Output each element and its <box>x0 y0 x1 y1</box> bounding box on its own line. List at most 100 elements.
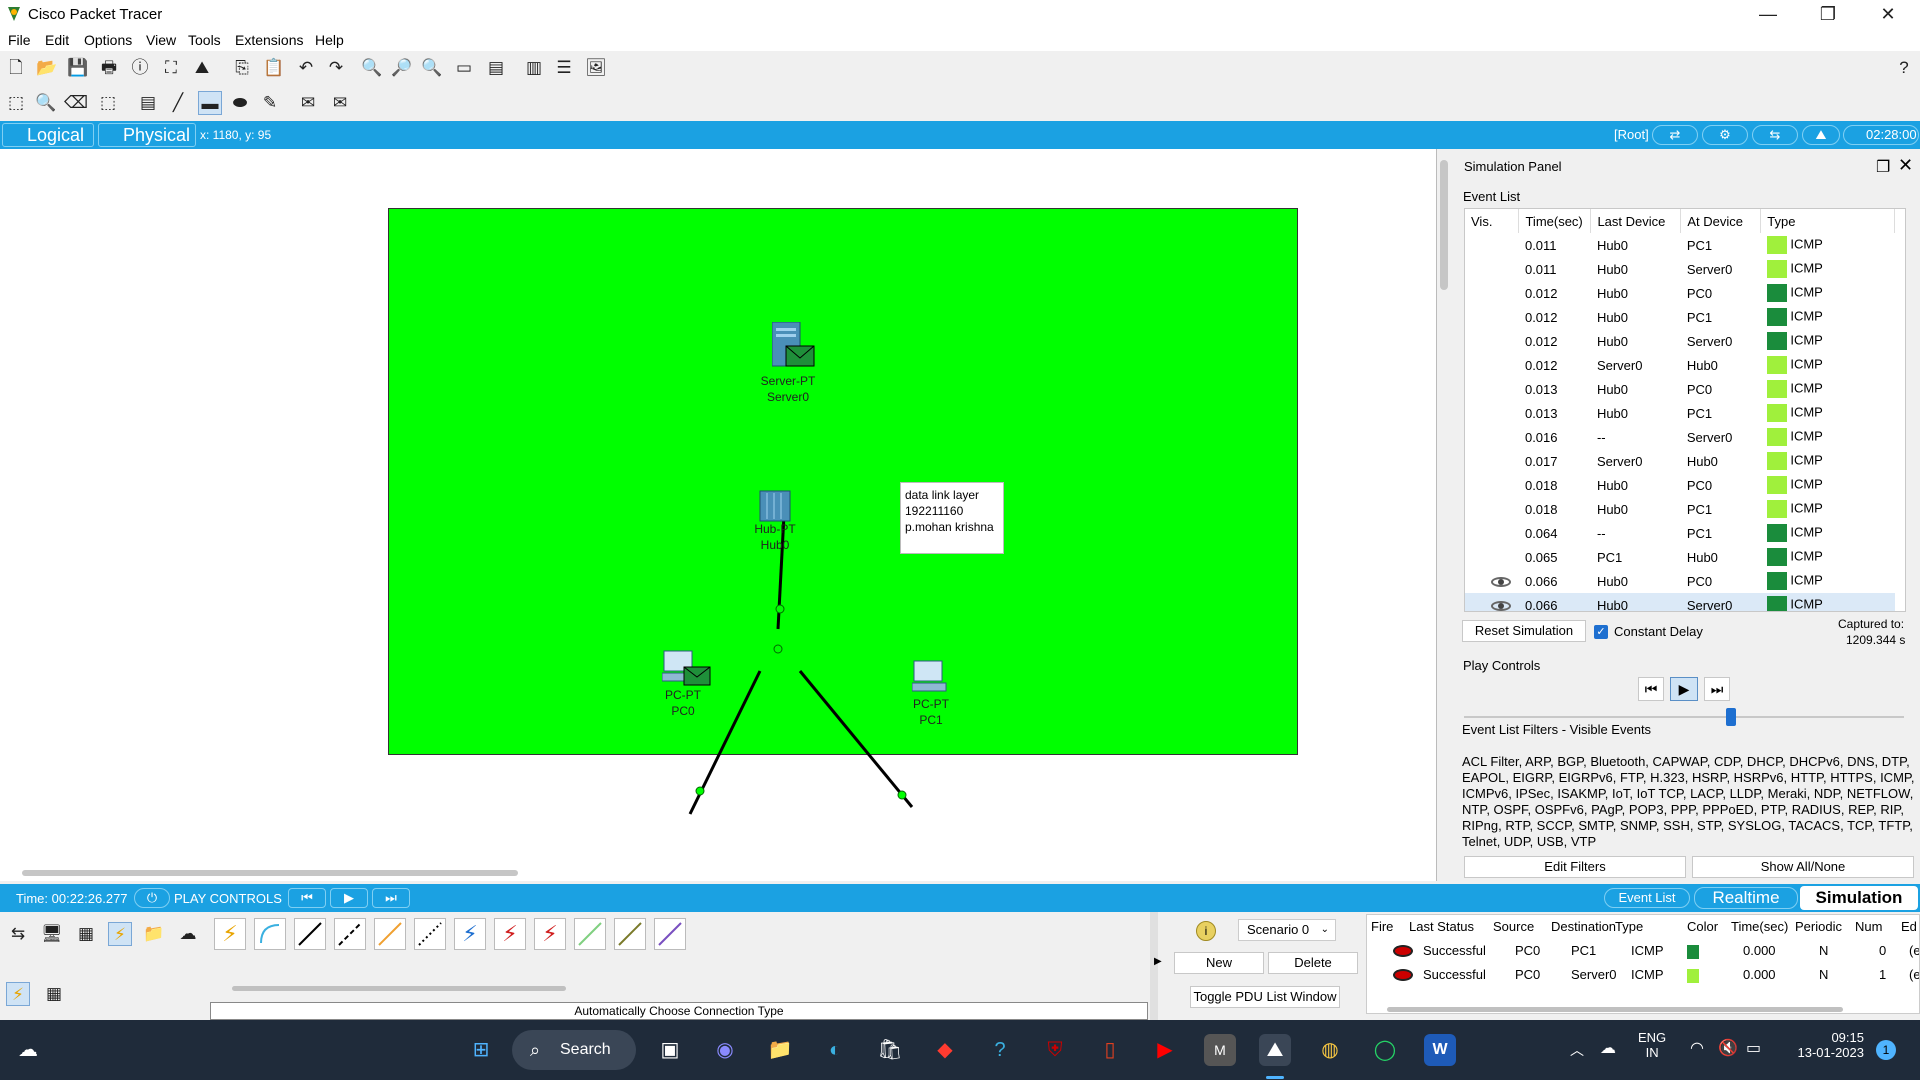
text-note[interactable]: data link layer 192211160 p.mohan krishn… <box>900 482 1004 554</box>
event-row[interactable]: 0.064 -- PC1 ICMP <box>1465 521 1895 545</box>
new-scenario-button[interactable]: New <box>1174 952 1264 974</box>
simulation-mode-tab[interactable]: Simulation <box>1800 886 1918 910</box>
step-back-button[interactable]: ⏮ <box>1638 677 1664 701</box>
notification-badge[interactable]: 1 <box>1876 1040 1896 1060</box>
inspect-icon[interactable]: 🔍 <box>34 91 58 115</box>
coaxial-cable-icon[interactable]: ⚡ <box>454 918 486 950</box>
col-time[interactable]: Time(sec) <box>1518 209 1592 233</box>
event-row[interactable]: 0.066 Hub0 PC0 ICMP <box>1465 569 1895 593</box>
server-device-icon[interactable] <box>771 321 822 375</box>
environment-clock[interactable]: 02:28:00 <box>1843 125 1919 145</box>
event-row[interactable]: 0.018 Hub0 PC1 ICMP <box>1465 497 1895 521</box>
paste-icon[interactable]: 📋 <box>262 56 286 80</box>
move-object-icon[interactable]: ⚙ <box>1702 125 1748 145</box>
draw-rectangle-icon[interactable]: ▬ <box>198 91 222 115</box>
file-explorer-icon[interactable]: 📁 <box>764 1034 796 1066</box>
taskbar-search[interactable]: ⌕ Search <box>512 1030 636 1070</box>
pdu-icon[interactable]: ▥ <box>522 56 546 80</box>
activity-wizard-icon[interactable]: ⛰ <box>190 56 214 80</box>
packet-tracer-taskbar-icon[interactable]: ⛰ <box>1259 1034 1291 1066</box>
event-row[interactable]: 0.018 Hub0 PC0 ICMP <box>1465 473 1895 497</box>
info-icon[interactable]: ⓘ <box>128 56 152 80</box>
pc1-device-icon[interactable] <box>911 659 952 698</box>
office-icon[interactable]: ▯ <box>1094 1034 1126 1066</box>
get-help-icon[interactable]: ? <box>984 1034 1016 1066</box>
scenario-select[interactable]: Scenario 0 ⌄ <box>1238 919 1336 941</box>
onedrive-icon[interactable]: ☁ <box>1600 1038 1616 1058</box>
toggle-pdu-list-button[interactable]: Toggle PDU List Window <box>1190 986 1340 1008</box>
zoom-reset-icon[interactable]: 🔎 <box>390 56 414 80</box>
add-simple-pdu-icon[interactable]: ✉ <box>296 91 320 115</box>
add-complex-pdu-icon[interactable]: ✉ <box>328 91 352 115</box>
col-last-device[interactable]: Last Device <box>1590 209 1682 233</box>
edge-icon[interactable]: ◐ <box>819 1034 851 1066</box>
close-button[interactable]: ✕ <box>1868 2 1908 26</box>
event-list-toggle[interactable]: Event List <box>1604 888 1690 908</box>
pdu-list-scrollbar[interactable] <box>1387 1007 1843 1012</box>
help-icon[interactable]: ? <box>1892 56 1916 80</box>
network-devices-icon[interactable]: ⇆ <box>6 922 30 946</box>
draw-ellipse-icon[interactable]: ⬬ <box>228 91 252 115</box>
microsoft-store-icon[interactable]: 🛍 <box>874 1034 906 1066</box>
m-app-icon[interactable]: M <box>1204 1034 1236 1066</box>
event-row[interactable]: 0.012 Hub0 PC0 ICMP <box>1465 281 1895 305</box>
pdu-col-header[interactable]: Fire <box>1371 919 1393 934</box>
straight-through-cable-icon[interactable] <box>294 918 326 950</box>
undock-icon[interactable]: ❐ <box>1876 157 1890 177</box>
mcafee-icon[interactable]: ⛨ <box>1039 1034 1071 1066</box>
draw-line-icon[interactable]: ╱ <box>166 91 190 115</box>
play-icon[interactable]: ▶ <box>330 888 368 908</box>
eye-icon[interactable] <box>1491 601 1511 611</box>
battery-icon[interactable]: ▭ <box>1746 1038 1761 1058</box>
event-row[interactable]: 0.011 Hub0 PC1 ICMP <box>1465 233 1895 257</box>
chrome-icon[interactable]: ◍ <box>1314 1034 1346 1066</box>
serial-dte-cable-icon[interactable]: ⚡ <box>534 918 566 950</box>
octal-cable-icon[interactable] <box>574 918 606 950</box>
save-icon[interactable]: 💾 <box>66 56 90 80</box>
cable-panel-scrollbar[interactable] <box>232 986 566 991</box>
youtube-icon[interactable]: ▶ <box>1149 1034 1181 1066</box>
power-cycle-icon[interactable]: ⏻ <box>134 888 170 908</box>
task-view-icon[interactable]: ▣ <box>654 1034 686 1066</box>
drawing-palette-icon[interactable]: ▭ <box>452 56 476 80</box>
pdu-col-header[interactable]: Num <box>1855 919 1882 934</box>
edit-filters-button[interactable]: Edit Filters <box>1464 856 1686 878</box>
whatsapp-icon[interactable]: ◯ <box>1369 1034 1401 1066</box>
iot-cable-icon[interactable] <box>614 918 646 950</box>
logical-workspace[interactable]: Server-PT Server0 Hub-PT Hub0 PC-PT PC0 … <box>0 149 1437 881</box>
delete-scenario-button[interactable]: Delete <box>1268 952 1358 974</box>
anydesk-icon[interactable]: ◆ <box>929 1034 961 1066</box>
event-row[interactable]: 0.012 Hub0 Server0 ICMP <box>1465 329 1895 353</box>
speed-slider-track[interactable] <box>1464 716 1904 718</box>
menu-options[interactable]: Options <box>84 32 132 48</box>
open-folder-icon[interactable]: 📂 <box>35 56 59 80</box>
set-tiled-background-icon[interactable]: ⇆ <box>1752 125 1798 145</box>
pdu-col-header[interactable]: Destination <box>1551 919 1616 934</box>
forward-icon[interactable]: ⏭ <box>372 888 410 908</box>
weather-icon[interactable]: ☁ <box>12 1034 44 1066</box>
event-row[interactable]: 0.013 Hub0 PC1 ICMP <box>1465 401 1895 425</box>
zoom-out-icon[interactable]: 🔍 <box>420 56 444 80</box>
select-icon[interactable]: ⬚ <box>4 91 28 115</box>
device-dialog-icon[interactable]: ☰ <box>552 56 576 80</box>
phone-cable-icon[interactable] <box>414 918 446 950</box>
event-row[interactable]: 0.017 Server0 Hub0 ICMP <box>1465 449 1895 473</box>
pdu-col-header[interactable]: Ed <box>1901 919 1917 934</box>
menu-file[interactable]: File <box>8 32 31 48</box>
copy-icon[interactable]: ⎘ <box>230 56 254 80</box>
components-icon[interactable]: ▦ <box>74 922 98 946</box>
speaker-muted-icon[interactable]: 🔇 <box>1718 1038 1738 1058</box>
freeform-icon[interactable]: ✎ <box>258 91 282 115</box>
pdu-row[interactable]: Successful PC0 PC1 ICMP 0.000 N 0 (e <box>1367 941 1919 963</box>
eye-icon[interactable] <box>1491 577 1511 588</box>
root-breadcrumb[interactable]: [Root] <box>1614 127 1649 142</box>
event-list-table[interactable]: Vis. Time(sec) Last Device At Device Typ… <box>1464 208 1906 612</box>
misc-icon[interactable]: 📁 <box>142 922 166 946</box>
chevron-up-icon[interactable]: ︿ <box>1570 1040 1584 1060</box>
pdu-list-table[interactable]: Fire Last Status Source Destination Type Colo… <box>1366 914 1920 1014</box>
workspace-vertical-scrollbar[interactable] <box>1440 160 1448 290</box>
play-button[interactable]: ▶ <box>1670 677 1698 701</box>
note-icon[interactable]: ▤ <box>136 91 160 115</box>
pdu-col-header[interactable]: Time(sec) <box>1731 919 1788 934</box>
screenshot-icon[interactable]: 🖼 <box>584 56 608 80</box>
